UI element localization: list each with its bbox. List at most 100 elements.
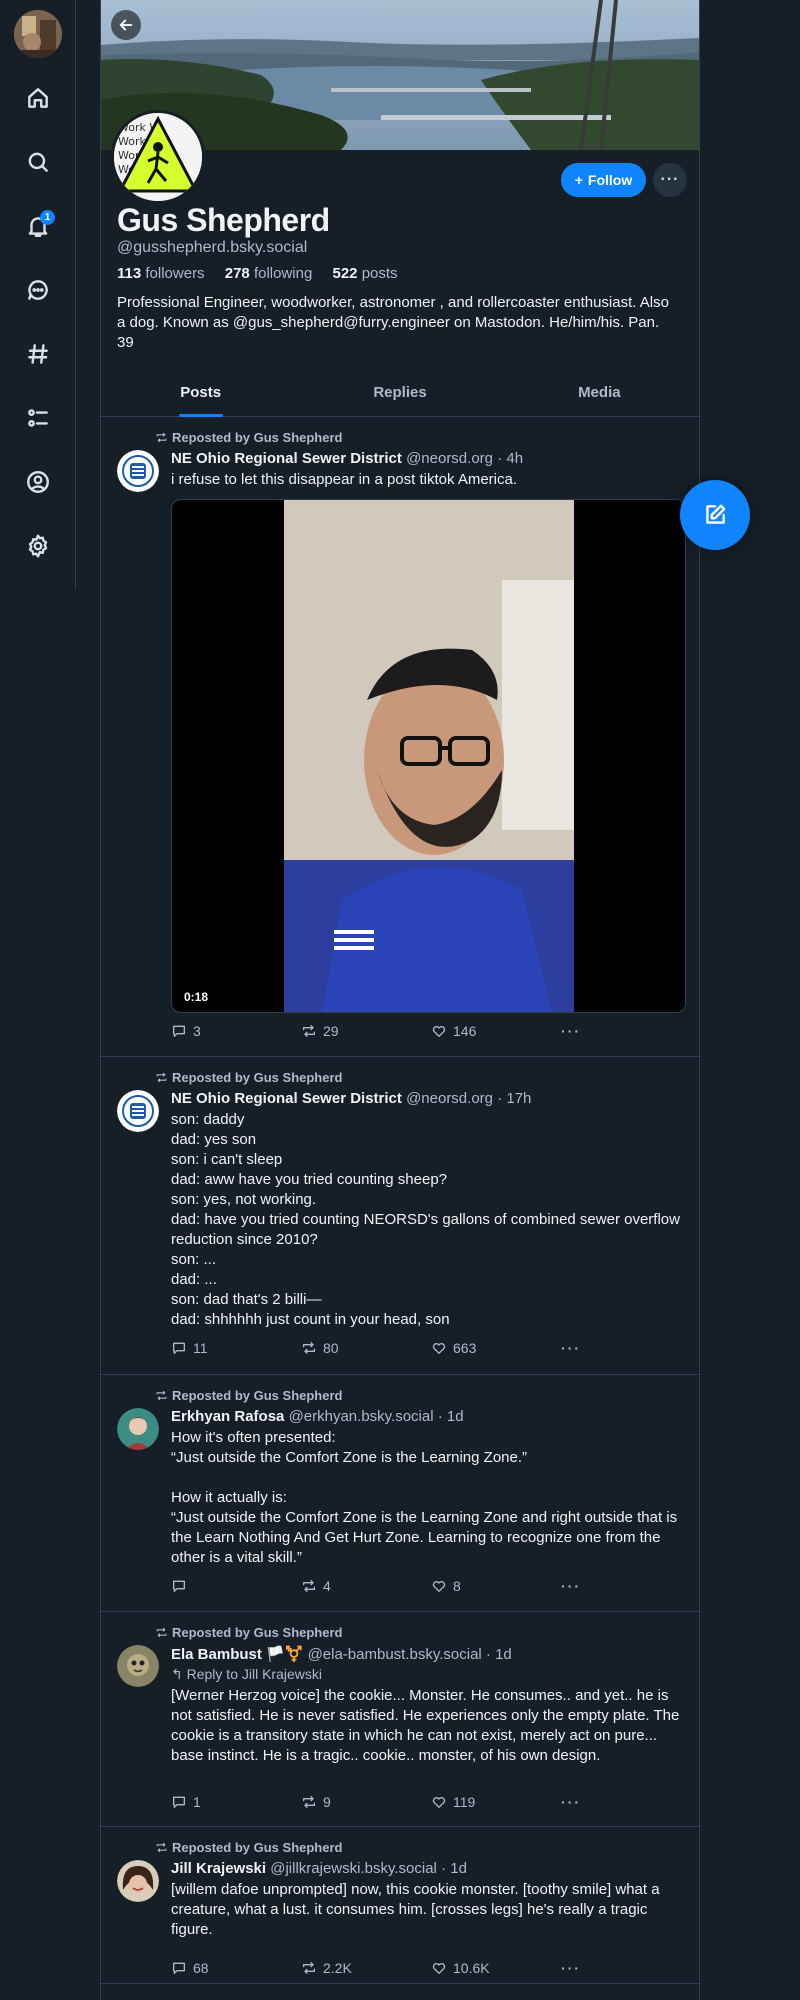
heart-icon [432, 1026, 446, 1037]
profile-avatar[interactable]: Work W Work W Work W Work W [111, 110, 205, 204]
feed-post[interactable]: Reposted by Gus Shepherd NE Ohio Regiona… [101, 417, 699, 1057]
post-author-name[interactable]: Jill Krajewski [171, 1860, 266, 1877]
chat-icon[interactable] [18, 270, 58, 310]
tab-replies[interactable]: Replies [300, 368, 499, 416]
post-author-handle[interactable]: @jillkrajewski.bsky.social [270, 1860, 437, 1877]
post-actions: 1 9 119 ··· [171, 1794, 591, 1814]
user-avatar[interactable] [14, 10, 62, 58]
feed-post[interactable]: Reposted by Gus Shepherd NE Ohio Regiona… [101, 1057, 699, 1375]
page: 1 Work W Work W Work + Follow ··· Gus Sh… [0, 0, 800, 2000]
post-author-handle[interactable]: @ela-bambust.bsky.social [308, 1646, 482, 1663]
posts-stat: 522 posts [332, 265, 398, 282]
repost-icon [303, 1580, 315, 1592]
post-text: [Werner Herzog voice] the cookie... Mons… [171, 1687, 684, 1764]
post-text: [willem dafoe unprompted] now, this cook… [171, 1881, 664, 1938]
compose-pencil-icon [706, 504, 726, 524]
heart-icon [432, 1343, 446, 1354]
search-icon[interactable] [18, 142, 58, 182]
like-button[interactable]: 119 [431, 1794, 475, 1810]
notifications-bell-icon[interactable]: 1 [18, 206, 58, 246]
reply-button[interactable]: 68 [171, 1960, 209, 1976]
notification-badge: 1 [40, 210, 55, 225]
post-more-button[interactable]: ··· [561, 1578, 581, 1594]
post-author-handle[interactable]: @neorsd.org [406, 450, 493, 467]
post-author-handle[interactable]: @erkhyan.bsky.social [289, 1408, 434, 1425]
ellipsis-icon: ··· [561, 1340, 581, 1356]
more-options-button[interactable]: ··· [653, 163, 687, 197]
post-author-name[interactable]: Erkhyan Rafosa [171, 1408, 284, 1425]
reply-button[interactable]: 1 [171, 1794, 201, 1810]
repost-button[interactable]: 29 [301, 1023, 339, 1039]
repost-button[interactable]: 80 [301, 1340, 339, 1356]
video-duration: 0:18 [184, 990, 209, 1004]
repost-button[interactable]: 4 [301, 1578, 331, 1594]
repost-indicator: Reposted by Gus Shepherd [155, 430, 342, 445]
reply-arrow-icon: ↰ [171, 1666, 183, 1682]
post-more-button[interactable]: ··· [561, 1340, 581, 1356]
follow-button[interactable]: + Follow [561, 163, 646, 197]
post-video[interactable]: 0:18 [171, 499, 686, 1013]
feed-post[interactable]: Reposted by Gus Shepherd Ela Bambust 🏳️⚧… [101, 1612, 699, 1827]
like-button[interactable]: 146 [431, 1023, 476, 1039]
post-author-avatar[interactable] [117, 1860, 159, 1902]
feed-post[interactable]: Reposted by Gus Shepherd Jill Krajewski … [101, 1827, 699, 1984]
post-author-name[interactable]: Ela Bambust 🏳️⚧️ [171, 1646, 303, 1663]
reply-icon [173, 1342, 185, 1354]
reply-button[interactable]: 3 [171, 1023, 201, 1039]
post-header: Erkhyan Rafosa @erkhyan.bsky.social · 1d [171, 1408, 464, 1425]
post-time: · 1d [437, 1408, 464, 1425]
post-actions: 4 8 ··· [171, 1578, 591, 1598]
post-header: Ela Bambust 🏳️⚧️ @ela-bambust.bsky.socia… [171, 1645, 512, 1663]
post-author-name[interactable]: NE Ohio Regional Sewer District [171, 1090, 402, 1107]
settings-gear-icon[interactable] [18, 526, 58, 566]
tab-posts[interactable]: Posts [101, 368, 300, 417]
reply-icon [173, 1962, 185, 1974]
post-time: · 1d [485, 1646, 512, 1663]
post-header: NE Ohio Regional Sewer District @neorsd.… [171, 450, 523, 467]
reply-button[interactable]: 11 [171, 1340, 208, 1356]
heart-icon [432, 1581, 446, 1592]
post-author-avatar[interactable] [117, 450, 159, 492]
like-button[interactable]: 663 [431, 1340, 476, 1356]
post-text: How it's often presented: “Just outside … [171, 1429, 678, 1566]
like-button[interactable]: 8 [431, 1578, 461, 1594]
post-more-button[interactable]: ··· [561, 1960, 581, 1976]
compose-post-button[interactable] [680, 480, 750, 550]
tab-media[interactable]: Media [500, 368, 699, 416]
post-author-handle[interactable]: @neorsd.org [406, 1090, 493, 1107]
followers-stat[interactable]: 113 followers [117, 265, 213, 282]
profile-handle: @gusshepherd.bsky.social [117, 239, 308, 256]
post-author-avatar[interactable] [117, 1408, 159, 1450]
lists-icon[interactable] [18, 398, 58, 438]
plus-icon: + [574, 172, 583, 188]
video-thumbnail [172, 500, 685, 1012]
repost-icon [303, 1025, 315, 1037]
reply-button[interactable] [171, 1578, 193, 1594]
profile-display-name: Gus Shepherd [117, 202, 330, 238]
post-more-button[interactable]: ··· [561, 1794, 581, 1810]
profile-icon[interactable] [18, 462, 58, 502]
follow-button-label: Follow [587, 172, 633, 188]
following-stat[interactable]: 278 following [225, 265, 321, 282]
back-button[interactable] [111, 10, 141, 40]
repost-icon [303, 1796, 315, 1808]
repost-icon [156, 1072, 167, 1083]
post-author-avatar[interactable] [117, 1090, 159, 1132]
hashtag-feeds-icon[interactable] [18, 334, 58, 374]
profile-tabs: Posts Replies Media [101, 368, 699, 417]
feed-post[interactable]: Reposted by Gus Shepherd Erkhyan Rafosa … [101, 1375, 699, 1612]
repost-button[interactable]: 2.2K [301, 1960, 352, 1976]
profile-main-column: Work W Work W Work W Work W + Follow ···… [100, 0, 700, 2000]
post-author-avatar[interactable] [117, 1645, 159, 1687]
repost-icon [156, 1627, 167, 1638]
post-author-name[interactable]: NE Ohio Regional Sewer District [171, 450, 402, 467]
reply-icon [173, 1796, 185, 1808]
repost-button[interactable]: 9 [301, 1794, 331, 1810]
post-more-button[interactable]: ··· [561, 1023, 581, 1039]
repost-icon [303, 1962, 315, 1974]
home-icon[interactable] [18, 78, 58, 118]
like-button[interactable]: 10.6K [431, 1960, 490, 1976]
ellipsis-icon: ··· [561, 1578, 581, 1594]
ellipsis-icon: ··· [561, 1960, 581, 1976]
reply-to-indicator[interactable]: ↰ Reply to Jill Krajewski [171, 1666, 322, 1683]
